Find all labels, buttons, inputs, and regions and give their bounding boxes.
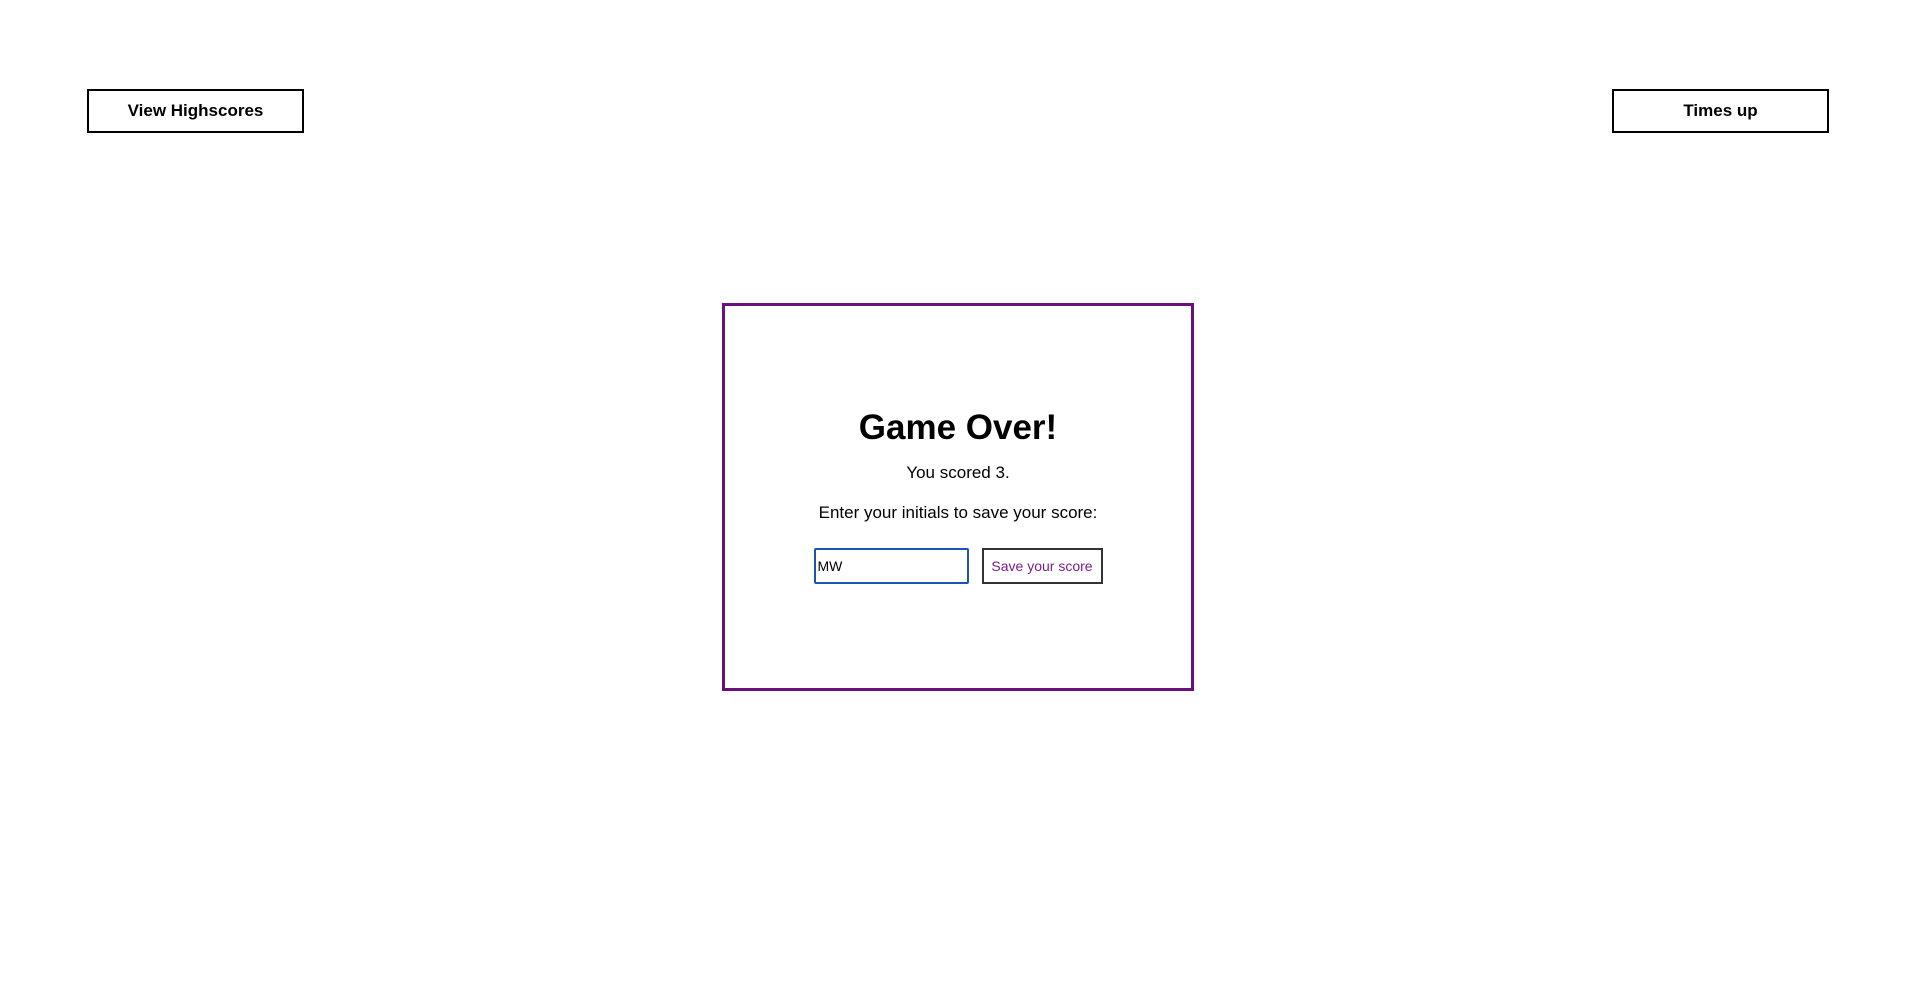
- final-score-text: You scored 3.: [906, 463, 1010, 482]
- save-score-form: Save your score: [813, 548, 1103, 584]
- view-highscores-button[interactable]: View Highscores: [87, 89, 304, 133]
- game-over-card: Game Over! You scored 3. Enter your init…: [722, 303, 1194, 691]
- quiz-page: View Highscores Times up Game Over! You …: [0, 0, 1911, 994]
- initials-prompt: Enter your initials to save your score:: [818, 503, 1098, 522]
- timer-display: Times up: [1612, 89, 1829, 133]
- save-score-button[interactable]: Save your score: [981, 548, 1103, 584]
- game-over-title: Game Over!: [858, 408, 1058, 447]
- initials-input[interactable]: [813, 548, 969, 584]
